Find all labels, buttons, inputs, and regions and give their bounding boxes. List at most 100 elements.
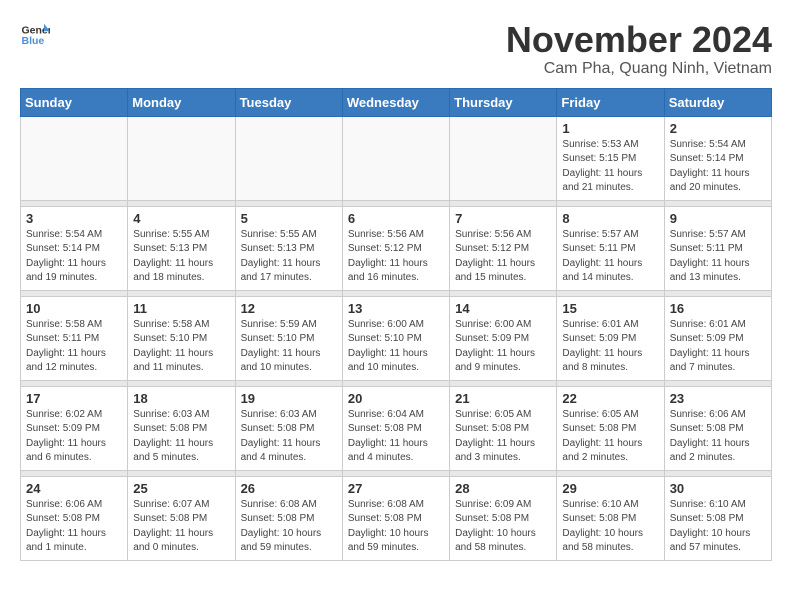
day-number: 7 <box>455 211 551 226</box>
col-saturday: Saturday <box>664 88 771 116</box>
table-row: 2 Sunrise: 5:54 AM Sunset: 5:14 PM Daylig… <box>664 116 771 200</box>
table-row: 10 Sunrise: 5:58 AM Sunset: 5:11 PM Dayli… <box>21 296 128 380</box>
table-row: 28Sunrise: 6:09 AM Sunset: 5:08 PM Dayli… <box>450 476 557 560</box>
day-number: 20 <box>348 391 444 406</box>
table-row: 16 Sunrise: 6:01 AM Sunset: 5:09 PM Dayli… <box>664 296 771 380</box>
day-info: Sunrise: 6:00 AM Sunset: 5:10 PM Dayligh… <box>348 318 444 376</box>
day-info: Sunrise: 5:54 AM Sunset: 5:14 PM Dayligh… <box>26 228 122 286</box>
table-row: 18Sunrise: 6:03 AM Sunset: 5:08 PM Dayli… <box>128 386 235 470</box>
month-title: November 2024 <box>506 20 772 60</box>
table-row: 15Sunrise: 6:01 AM Sunset: 5:09 PM Dayli… <box>557 296 664 380</box>
table-row <box>450 116 557 200</box>
table-row: 4 Sunrise: 5:55 AM Sunset: 5:13 PM Daylig… <box>128 206 235 290</box>
day-number: 10 <box>26 301 122 316</box>
day-number: 11 <box>133 301 229 316</box>
day-info: Sunrise: 5:57 AM Sunset: 5:11 PM Dayligh… <box>670 228 766 286</box>
day-info: Sunrise: 6:03 AM Sunset: 5:08 PM Dayligh… <box>133 408 229 466</box>
day-info: Sunrise: 6:01 AM Sunset: 5:09 PM Dayligh… <box>670 318 766 376</box>
day-number: 4 <box>133 211 229 226</box>
day-number: 25 <box>133 481 229 496</box>
day-info: Sunrise: 6:05 AM Sunset: 5:08 PM Dayligh… <box>562 408 658 466</box>
table-row: 8Sunrise: 5:57 AM Sunset: 5:11 PM Daylig… <box>557 206 664 290</box>
day-number: 14 <box>455 301 551 316</box>
day-number: 13 <box>348 301 444 316</box>
page-header: General Blue November 2024 Cam Pha, Quan… <box>20 20 772 78</box>
day-number: 6 <box>348 211 444 226</box>
day-number: 1 <box>562 121 658 136</box>
table-row: 27 Sunrise: 6:08 AM Sunset: 5:08 PM Dayli… <box>342 476 449 560</box>
calendar-header-row: Sunday Monday Tuesday Wednesday Thursday… <box>21 88 772 116</box>
table-row: 1 Sunrise: 5:53 AM Sunset: 5:15 PM Daylig… <box>557 116 664 200</box>
day-info: Sunrise: 6:06 AM Sunset: 5:08 PM Dayligh… <box>26 498 122 556</box>
day-info: Sunrise: 5:58 AM Sunset: 5:11 PM Dayligh… <box>26 318 122 376</box>
day-info: Sunrise: 6:02 AM Sunset: 5:09 PM Dayligh… <box>26 408 122 466</box>
table-row <box>235 116 342 200</box>
table-row: 12 Sunrise: 5:59 AM Sunset: 5:10 PM Dayli… <box>235 296 342 380</box>
day-info: Sunrise: 5:57 AM Sunset: 5:11 PM Dayligh… <box>562 228 658 286</box>
day-number: 17 <box>26 391 122 406</box>
col-wednesday: Wednesday <box>342 88 449 116</box>
day-number: 26 <box>241 481 337 496</box>
table-row: 17 Sunrise: 6:02 AM Sunset: 5:09 PM Dayli… <box>21 386 128 470</box>
title-block: November 2024 Cam Pha, Quang Ninh, Vietn… <box>506 20 772 78</box>
calendar-week-row: 10 Sunrise: 5:58 AM Sunset: 5:11 PM Dayli… <box>21 296 772 380</box>
svg-text:Blue: Blue <box>22 35 45 47</box>
day-info: Sunrise: 6:05 AM Sunset: 5:08 PM Dayligh… <box>455 408 551 466</box>
day-info: Sunrise: 6:04 AM Sunset: 5:08 PM Dayligh… <box>348 408 444 466</box>
table-row: 29 Sunrise: 6:10 AM Sunset: 5:08 PM Dayli… <box>557 476 664 560</box>
table-row: 21Sunrise: 6:05 AM Sunset: 5:08 PM Dayli… <box>450 386 557 470</box>
table-row: 9 Sunrise: 5:57 AM Sunset: 5:11 PM Daylig… <box>664 206 771 290</box>
table-row: 5Sunrise: 5:55 AM Sunset: 5:13 PM Daylig… <box>235 206 342 290</box>
day-info: Sunrise: 5:53 AM Sunset: 5:15 PM Dayligh… <box>562 138 658 196</box>
logo-icon: General Blue <box>20 20 50 50</box>
calendar-table: Sunday Monday Tuesday Wednesday Thursday… <box>20 88 772 561</box>
table-row: 26 Sunrise: 6:08 AM Sunset: 5:08 PM Dayli… <box>235 476 342 560</box>
day-number: 12 <box>241 301 337 316</box>
day-number: 16 <box>670 301 766 316</box>
table-row: 11 Sunrise: 5:58 AM Sunset: 5:10 PM Dayli… <box>128 296 235 380</box>
table-row <box>128 116 235 200</box>
table-row: 7Sunrise: 5:56 AM Sunset: 5:12 PM Daylig… <box>450 206 557 290</box>
day-number: 29 <box>562 481 658 496</box>
col-thursday: Thursday <box>450 88 557 116</box>
table-row: 22Sunrise: 6:05 AM Sunset: 5:08 PM Dayli… <box>557 386 664 470</box>
day-info: Sunrise: 6:00 AM Sunset: 5:09 PM Dayligh… <box>455 318 551 376</box>
day-info: Sunrise: 5:59 AM Sunset: 5:10 PM Dayligh… <box>241 318 337 376</box>
day-info: Sunrise: 5:56 AM Sunset: 5:12 PM Dayligh… <box>348 228 444 286</box>
table-row <box>342 116 449 200</box>
day-info: Sunrise: 6:06 AM Sunset: 5:08 PM Dayligh… <box>670 408 766 466</box>
day-number: 9 <box>670 211 766 226</box>
day-info: Sunrise: 5:58 AM Sunset: 5:10 PM Dayligh… <box>133 318 229 376</box>
day-number: 2 <box>670 121 766 136</box>
col-friday: Friday <box>557 88 664 116</box>
day-info: Sunrise: 5:54 AM Sunset: 5:14 PM Dayligh… <box>670 138 766 196</box>
table-row: 14 Sunrise: 6:00 AM Sunset: 5:09 PM Dayli… <box>450 296 557 380</box>
day-info: Sunrise: 6:08 AM Sunset: 5:08 PM Dayligh… <box>241 498 337 556</box>
col-sunday: Sunday <box>21 88 128 116</box>
col-monday: Monday <box>128 88 235 116</box>
day-info: Sunrise: 6:03 AM Sunset: 5:08 PM Dayligh… <box>241 408 337 466</box>
table-row: 30Sunrise: 6:10 AM Sunset: 5:08 PM Dayli… <box>664 476 771 560</box>
day-info: Sunrise: 5:55 AM Sunset: 5:13 PM Dayligh… <box>133 228 229 286</box>
day-info: Sunrise: 6:07 AM Sunset: 5:08 PM Dayligh… <box>133 498 229 556</box>
day-number: 28 <box>455 481 551 496</box>
day-info: Sunrise: 6:08 AM Sunset: 5:08 PM Dayligh… <box>348 498 444 556</box>
table-row: 19Sunrise: 6:03 AM Sunset: 5:08 PM Dayli… <box>235 386 342 470</box>
day-number: 3 <box>26 211 122 226</box>
logo: General Blue <box>20 20 50 50</box>
day-number: 27 <box>348 481 444 496</box>
table-row: 23Sunrise: 6:06 AM Sunset: 5:08 PM Dayli… <box>664 386 771 470</box>
table-row: 24 Sunrise: 6:06 AM Sunset: 5:08 PM Dayli… <box>21 476 128 560</box>
day-number: 24 <box>26 481 122 496</box>
calendar-week-row: 17 Sunrise: 6:02 AM Sunset: 5:09 PM Dayli… <box>21 386 772 470</box>
calendar-week-row: 3 Sunrise: 5:54 AM Sunset: 5:14 PM Daylig… <box>21 206 772 290</box>
table-row: 3 Sunrise: 5:54 AM Sunset: 5:14 PM Daylig… <box>21 206 128 290</box>
col-tuesday: Tuesday <box>235 88 342 116</box>
day-info: Sunrise: 6:01 AM Sunset: 5:09 PM Dayligh… <box>562 318 658 376</box>
location: Cam Pha, Quang Ninh, Vietnam <box>506 60 772 78</box>
day-info: Sunrise: 5:55 AM Sunset: 5:13 PM Dayligh… <box>241 228 337 286</box>
calendar-week-row: 1 Sunrise: 5:53 AM Sunset: 5:15 PM Daylig… <box>21 116 772 200</box>
table-row <box>21 116 128 200</box>
calendar-week-row: 24 Sunrise: 6:06 AM Sunset: 5:08 PM Dayli… <box>21 476 772 560</box>
day-info: Sunrise: 6:10 AM Sunset: 5:08 PM Dayligh… <box>562 498 658 556</box>
